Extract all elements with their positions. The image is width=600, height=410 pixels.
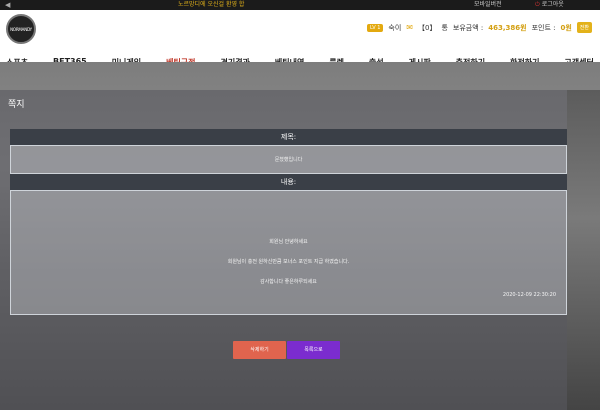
points-value: 0원 [560,23,572,32]
logout-link[interactable]: 로그아웃 [535,0,564,10]
background-edge [567,90,600,410]
delete-button[interactable]: 삭제하기 [233,341,286,359]
content-field [10,190,567,315]
content-line-1: 회원님 안녕하세요 [269,239,308,245]
envelope-icon[interactable]: ✉ [406,23,413,32]
content-line-3: 감사합니다 좋은하루되세요 [260,279,317,285]
balance-value: 463,386원 [488,23,527,32]
message-date: 2020-12-09 22:30:20 [502,292,556,298]
subject-field: 문쳤헀입니다 [10,145,567,174]
points-label: 포인트 : [531,23,556,32]
level-badge: LV 1 [366,23,384,32]
message-unit: 통 [441,23,448,32]
header: NORMANDY LV 1 숙이 ✉ 【0】 통 보유금액 : 463,386원… [0,10,600,67]
message-count[interactable]: 【0】 [418,23,436,33]
content-line-2: 회원님이 충전 원하신만큼 보너스 포인트 지급 하였습니다. [227,259,350,265]
top-bar: ◀ 노르망디에 오신걸 환영 합 모바일버전 로그아웃 [0,0,600,10]
arrow-icon[interactable]: ◀ [5,1,10,9]
balance-label: 보유금액 : [452,23,484,32]
notice-text: 노르망디에 오신걸 환영 합 [178,1,245,8]
subject-label: 제목: [10,129,567,145]
convert-button[interactable]: 전환 [576,22,592,33]
mobile-version-link[interactable]: 모바일버전 [474,0,502,10]
user-name: 숙이 [388,23,402,32]
list-button[interactable]: 목록으로 [287,341,340,359]
logo-text: NORMANDY [10,27,32,32]
content-label: 내용: [10,174,567,190]
page-title: 쪽지 [8,100,25,110]
site-logo[interactable]: NORMANDY [6,14,36,44]
user-info: LV 1 숙이 ✉ 【0】 통 보유금액 : 463,386원 포인트 : 0원… [366,22,592,33]
